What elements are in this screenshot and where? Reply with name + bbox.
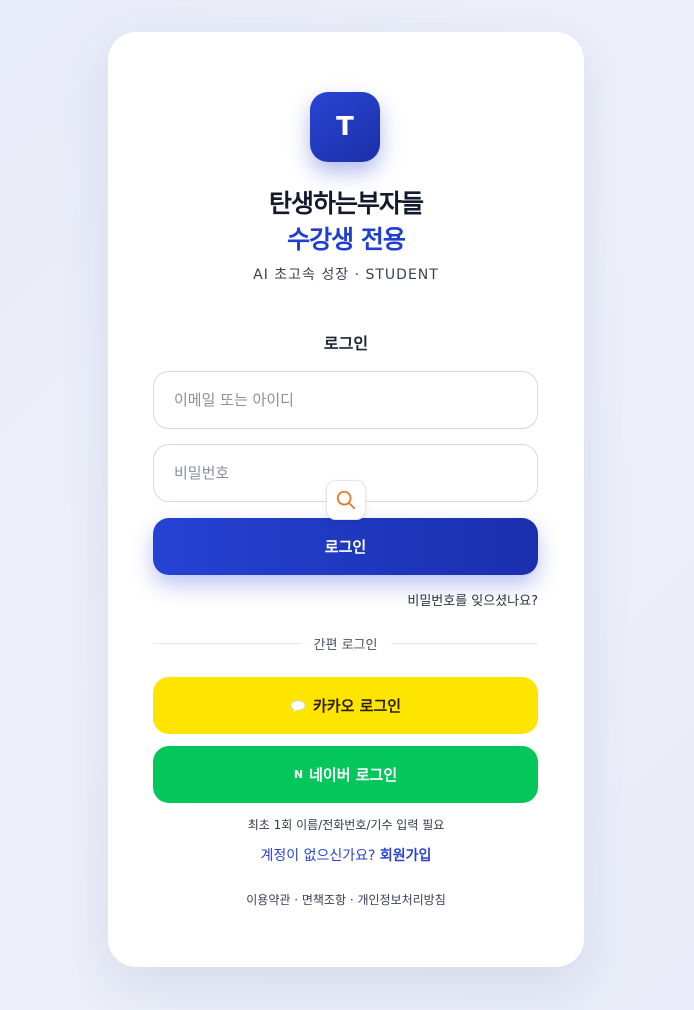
naver-n-icon: N	[293, 768, 304, 781]
brand-tagline: AI 초고속 성장 · STUDENT	[253, 267, 439, 283]
naver-login-button[interactable]: N 네이버 로그인	[153, 746, 538, 803]
search-button[interactable]	[326, 480, 366, 520]
kakao-login-label: 카카오 로그인	[312, 697, 402, 715]
search-icon	[336, 490, 356, 510]
divider-line-left	[153, 643, 300, 644]
brand-title: 탄생하는부자들	[268, 189, 424, 218]
signup-row: 계정이 없으신가요? 회원가입	[108, 845, 584, 865]
email-input[interactable]	[153, 371, 538, 429]
social-divider: 간편 로그인	[153, 634, 538, 653]
signup-link[interactable]: 회원가입	[380, 848, 432, 864]
divider-line-right	[391, 643, 538, 644]
speech-bubble-icon	[290, 699, 306, 712]
naver-login-label: 네이버 로그인	[309, 766, 398, 784]
brand-subtitle: 수강생 전용	[287, 225, 406, 254]
forgot-password-link[interactable]: 비밀번호를 잊으셨나요?	[407, 590, 538, 609]
login-heading: 로그인	[323, 334, 369, 353]
login-button[interactable]: 로그인	[153, 518, 538, 575]
logo: T	[310, 92, 380, 162]
first-login-notice: 최초 1회 이름/전화번호/기수 입력 필요	[247, 818, 445, 832]
login-button-label: 로그인	[324, 538, 367, 556]
logo-letter: T	[336, 112, 354, 142]
signup-prompt: 계정이 없으신가요?	[260, 848, 376, 864]
login-card: T 탄생하는부자들 수강생 전용 AI 초고속 성장 · STUDENT 로그인…	[108, 32, 584, 967]
kakao-login-button[interactable]: 카카오 로그인	[153, 677, 538, 734]
divider-label: 간편 로그인	[313, 638, 378, 653]
footer-links[interactable]: 이용약관 · 면책조항 · 개인정보처리방침	[108, 891, 584, 908]
